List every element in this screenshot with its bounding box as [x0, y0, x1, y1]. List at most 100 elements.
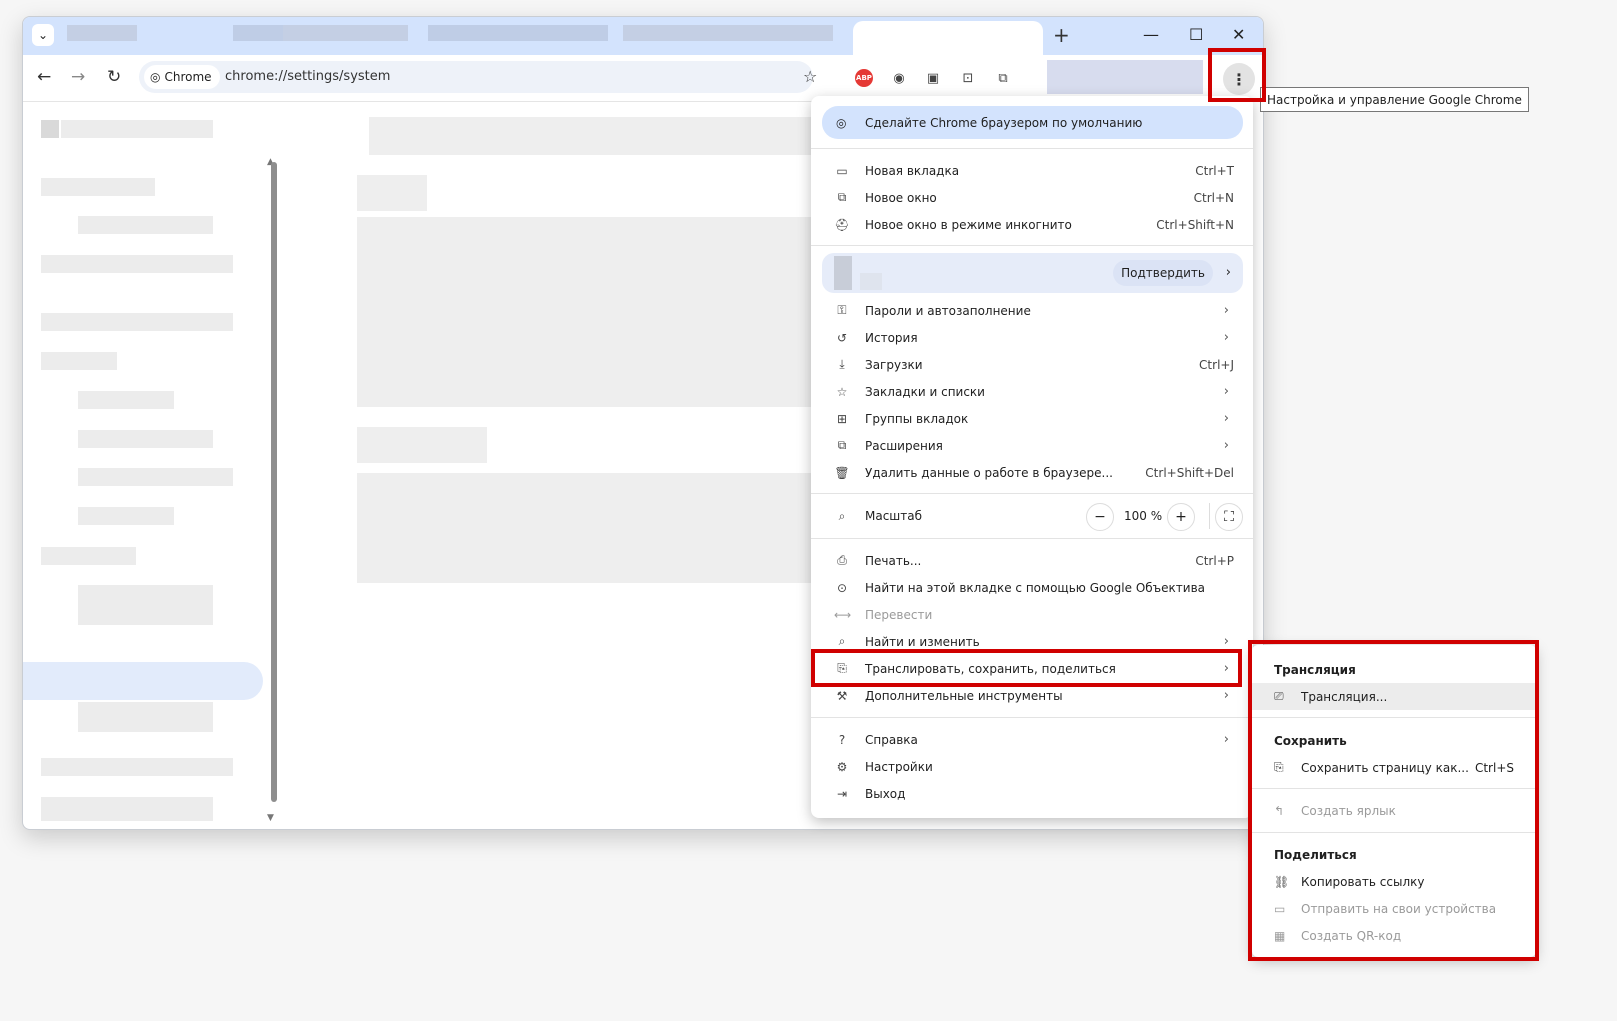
sidebar-item-blurred[interactable]: [41, 758, 233, 776]
puzzle-icon: ⧉: [837, 438, 847, 452]
sidebar-item-blurred[interactable]: [78, 391, 174, 409]
active-tab[interactable]: [853, 21, 1043, 55]
translate-icon: ⟷: [834, 607, 852, 622]
bookmark-star-icon[interactable]: ☆: [803, 67, 817, 86]
default-browser-label: Сделайте Chrome браузером по умолчанию: [865, 115, 1143, 130]
confirm-button[interactable]: Подтвердить: [1113, 260, 1213, 286]
history-icon: ↺: [836, 330, 848, 345]
menu-item-label: Перевести: [865, 607, 933, 622]
menu-item-incognito[interactable]: ⛑ Новое окно в режиме инкогнито Ctrl+Shift…: [811, 211, 1253, 238]
reload-icon[interactable]: ↻: [107, 67, 121, 87]
sidebar-item-blurred[interactable]: [41, 797, 213, 821]
new-tab-plus-icon[interactable]: +: [1053, 25, 1070, 45]
highlight-submenu: [1248, 640, 1539, 961]
sidebar-item-blurred[interactable]: [41, 255, 233, 273]
puzzle-icon[interactable]: ⧉: [994, 69, 1012, 87]
account-row[interactable]: Подтвердить ›: [822, 253, 1243, 293]
maximize-icon[interactable]: ☐: [1189, 25, 1203, 45]
zoom-in-button[interactable]: +: [1167, 503, 1195, 531]
tab-blurred[interactable]: [283, 25, 408, 41]
menu-item-passwords[interactable]: ⚿ Пароли и автозаполнение ›: [811, 297, 1253, 324]
minimize-icon[interactable]: —: [1143, 25, 1159, 45]
tab-search-button[interactable]: ⌄: [32, 24, 54, 46]
menu-item-label: Дополнительные инструменты: [865, 688, 1063, 703]
shortcut-label: Ctrl+Shift+Del: [1145, 465, 1234, 480]
close-icon[interactable]: ✕: [1232, 25, 1245, 45]
screenshot-icon[interactable]: ⊡: [959, 69, 977, 87]
zoom-out-button[interactable]: −: [1086, 503, 1114, 531]
chevron-right-icon: ›: [1223, 330, 1229, 345]
sidebar-item-selected[interactable]: [23, 662, 263, 700]
tab-blurred[interactable]: [233, 25, 283, 41]
incognito-icon: ⛑: [834, 217, 850, 232]
printer-icon: ⎙: [837, 553, 847, 567]
sidebar-item-blurred[interactable]: [78, 507, 174, 525]
menu-item-clear-data[interactable]: 🗑 Удалить данные о работе в браузере... Ct…: [811, 459, 1253, 486]
find-page-icon: ⌕: [838, 634, 846, 648]
menu-item-exit[interactable]: ⇥ Выход: [811, 780, 1253, 807]
sidebar-item-blurred[interactable]: [78, 585, 213, 625]
zoom-divider: [1209, 503, 1210, 529]
menu-item-settings[interactable]: ⚙ Настройки: [811, 753, 1253, 780]
menu-item-translate[interactable]: ⟷ Перевести: [811, 601, 1253, 628]
extension-circle-icon[interactable]: ◉: [890, 69, 908, 87]
highlight-menu-item: [811, 649, 1242, 687]
menu-item-new-tab[interactable]: ▭ Новая вкладка Ctrl+T: [811, 157, 1253, 184]
menu-item-print[interactable]: ⎙ Печать... Ctrl+P: [811, 547, 1253, 574]
menu-item-label: Печать...: [865, 553, 922, 568]
menu-item-label: Расширения: [865, 438, 943, 453]
tab-blurred[interactable]: [67, 25, 137, 41]
shortcut-label: Ctrl+T: [1195, 163, 1234, 178]
help-icon: ?: [838, 732, 846, 747]
menu-item-bookmarks[interactable]: ☆ Закладки и списки ›: [811, 378, 1253, 405]
menu-item-history[interactable]: ↺ История ›: [811, 324, 1253, 351]
sidebar-item-blurred[interactable]: [41, 178, 155, 196]
menu-item-extensions[interactable]: ⧉ Расширения ›: [811, 432, 1253, 459]
menu-item-label: Найти на этой вкладке с помощью Google О…: [865, 580, 1205, 595]
extension-frame-icon[interactable]: ▣: [924, 69, 942, 87]
forward-arrow-icon[interactable]: →: [71, 67, 85, 87]
content-heading-blurred: [357, 427, 487, 463]
menu-item-new-window[interactable]: ⧉ Новое окно Ctrl+N: [811, 184, 1253, 211]
download-icon: ⤓: [839, 357, 845, 371]
menu-item-label: Удалить данные о работе в браузере...: [865, 465, 1113, 480]
address-bar[interactable]: ◎ Chrome chrome://settings/system ☆: [139, 61, 817, 93]
site-chip-label: Chrome: [164, 70, 212, 84]
sidebar-item-blurred[interactable]: [41, 352, 117, 370]
site-info-chip[interactable]: ◎ Chrome: [144, 65, 220, 89]
adblock-plus-icon[interactable]: ABP: [855, 69, 873, 87]
url-text[interactable]: chrome://settings/system: [225, 69, 390, 84]
menu-item-help[interactable]: ? Справка ›: [811, 726, 1253, 753]
menu-item-label: Найти и изменить: [865, 634, 980, 649]
menu-item-label: Закладки и списки: [865, 384, 985, 399]
sidebar-item-blurred[interactable]: [41, 313, 233, 331]
sidebar-item-blurred[interactable]: [78, 216, 213, 234]
sidebar-item-blurred[interactable]: [41, 547, 136, 565]
tab-blurred[interactable]: [623, 25, 833, 41]
sidebar-scrollbar[interactable]: [271, 162, 277, 802]
shortcut-label: Ctrl+J: [1199, 357, 1234, 372]
menu-separator: [811, 245, 1253, 246]
back-arrow-icon[interactable]: ←: [37, 67, 51, 87]
menu-item-tab-groups[interactable]: ⊞ Группы вкладок ›: [811, 405, 1253, 432]
profile-area-blurred[interactable]: [1047, 60, 1203, 94]
toolbox-icon: ⚒: [836, 688, 848, 703]
content-search-blurred[interactable]: [369, 117, 811, 155]
default-browser-banner[interactable]: ◎ Сделайте Chrome браузером по умолчанию: [822, 106, 1243, 139]
shortcut-label: Ctrl+Shift+N: [1156, 217, 1234, 232]
menu-separator: [811, 493, 1253, 494]
tab-blurred[interactable]: [428, 25, 608, 41]
menu-item-label: Новая вкладка: [865, 163, 960, 178]
sidebar-item-blurred[interactable]: [78, 702, 213, 732]
scroll-down-arrow-icon[interactable]: ▼: [267, 813, 274, 823]
menu-item-label: Масштаб: [865, 509, 923, 523]
menu-item-downloads[interactable]: ⤓ Загрузки Ctrl+J: [811, 351, 1253, 378]
trash-icon: 🗑: [834, 465, 850, 480]
menu-item-zoom: ⌕ Масштаб − 100 % + ⛶: [811, 499, 1253, 533]
menu-item-label: История: [865, 330, 918, 345]
fullscreen-button[interactable]: ⛶: [1215, 503, 1243, 531]
sidebar-item-blurred[interactable]: [78, 468, 233, 486]
menu-item-lens[interactable]: ⊙ Найти на этой вкладке с помощью Google …: [811, 574, 1253, 601]
sidebar-item-blurred[interactable]: [78, 430, 213, 448]
content-card-blurred: [357, 217, 811, 407]
